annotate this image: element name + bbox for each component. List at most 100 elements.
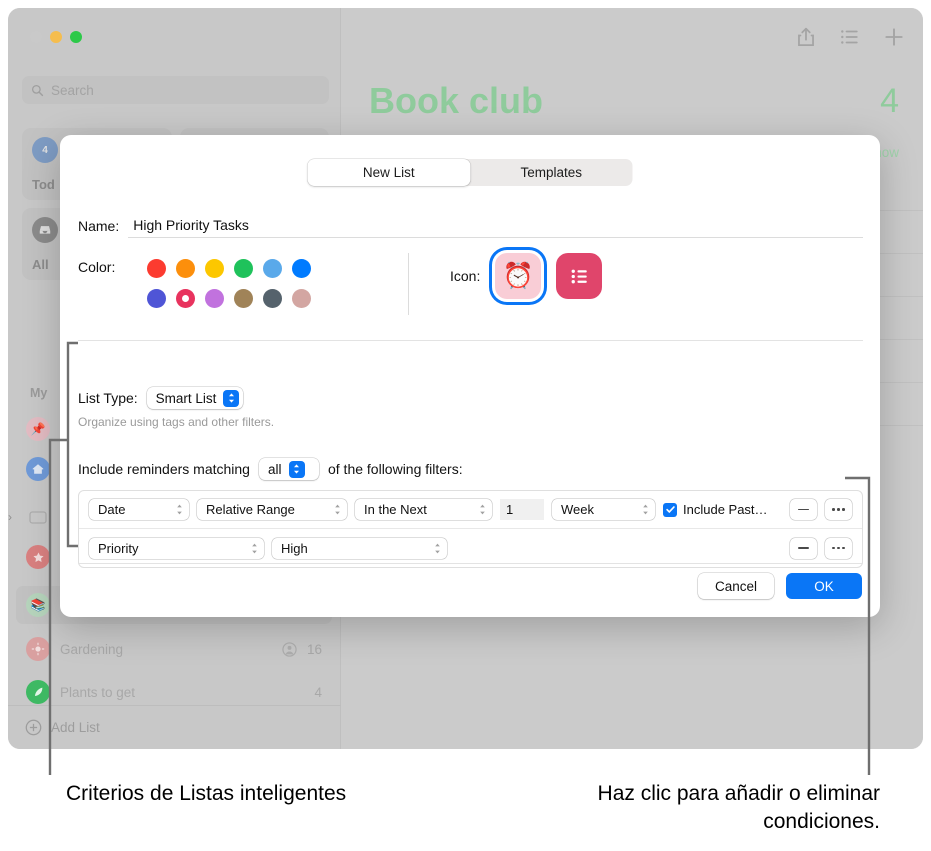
house-icon <box>26 457 50 481</box>
matching-mode-select[interactable]: all <box>258 458 319 480</box>
color-swatch-cell[interactable] <box>142 253 171 283</box>
color-swatch-cell[interactable] <box>287 283 316 313</box>
tab-new-list[interactable]: New List <box>307 159 470 186</box>
window-traffic-lights[interactable] <box>30 31 82 43</box>
chevron-up-down-icon <box>177 504 182 515</box>
tab-templates[interactable]: Templates <box>470 159 633 186</box>
list-type-label: List Type: <box>78 390 138 406</box>
ok-button[interactable]: OK <box>786 573 862 599</box>
list-bullets-icon[interactable] <box>556 253 603 299</box>
page-title: Book club <box>369 80 544 121</box>
section-divider <box>78 340 863 341</box>
filter-mode-select[interactable]: Relative Range <box>197 499 347 520</box>
alarm-clock-icon[interactable]: ⏰ <box>495 253 542 299</box>
search-input[interactable]: Search <box>22 76 329 104</box>
shared-person-icon <box>282 641 297 657</box>
color-swatch-cell[interactable] <box>171 253 200 283</box>
star-icon <box>26 545 50 569</box>
search-icon <box>31 84 44 96</box>
color-swatch-pink[interactable] <box>176 288 195 308</box>
chevron-up-down-icon <box>643 504 648 515</box>
minimize-window-button[interactable] <box>50 31 62 43</box>
list-type-select[interactable]: Smart List <box>146 387 244 409</box>
cancel-button[interactable]: Cancel <box>698 573 774 599</box>
color-swatch-red[interactable] <box>147 258 166 278</box>
share-icon[interactable] <box>795 26 817 48</box>
color-swatch-orchid[interactable] <box>205 288 224 308</box>
filter-row: Priority High <box>79 529 862 567</box>
filter-attribute-value: Priority <box>98 540 139 556</box>
color-swatch-orange[interactable] <box>176 258 195 278</box>
ellipsis-icon <box>832 508 845 511</box>
filter-amount-input[interactable] <box>500 499 544 520</box>
filter-attribute-select[interactable]: Priority <box>89 537 264 559</box>
minus-icon <box>798 508 809 511</box>
filter-mode-value: Relative Range <box>206 502 295 517</box>
page-count: 4 <box>880 82 899 120</box>
calendar-badge-number: 4 <box>42 144 48 156</box>
filter-row: Date Relative Range In the Next Week <box>79 491 862 529</box>
matching-prefix-label: Include reminders matching <box>78 461 250 477</box>
annotation-right-text: Haz clic para añadir o eliminar condicio… <box>597 782 880 833</box>
tray-glyph <box>39 226 51 234</box>
filter-operator-select[interactable]: In the Next <box>355 499 492 520</box>
color-swatch-light-blue[interactable] <box>263 258 282 278</box>
color-swatch-green[interactable] <box>234 258 253 278</box>
color-swatch-cell[interactable] <box>229 253 258 283</box>
name-label: Name: <box>78 217 120 234</box>
filter-unit-value: Week <box>561 502 594 517</box>
dialog-buttons: Cancel OK <box>698 573 862 599</box>
include-past-checkbox[interactable]: Include Past… <box>663 502 768 517</box>
vertical-divider <box>408 253 409 315</box>
color-swatch-cell[interactable] <box>258 283 287 313</box>
color-swatch-yellow[interactable] <box>205 258 224 278</box>
list-name-input[interactable] <box>128 213 863 238</box>
color-swatch-cell[interactable] <box>229 283 258 313</box>
add-icon[interactable] <box>883 26 905 48</box>
remove-filter-button[interactable] <box>790 499 817 520</box>
list-type-hint: Organize using tags and other filters. <box>78 415 275 429</box>
sidebar-item-gardening[interactable]: Gardening 16 <box>16 630 332 668</box>
matching-mode-value: all <box>267 461 282 477</box>
footer-divider <box>78 563 863 564</box>
calendar-icon: 4 <box>32 137 58 163</box>
color-swatch-cell[interactable] <box>200 283 229 313</box>
color-swatch-cell[interactable] <box>200 253 229 283</box>
color-swatch-blue[interactable] <box>292 258 311 278</box>
ellipsis-icon <box>832 546 845 550</box>
color-swatch-cell[interactable] <box>171 283 200 313</box>
more-options-button[interactable] <box>825 537 852 559</box>
alarm-clock-glyph: ⏰ <box>502 261 534 290</box>
list-view-icon[interactable] <box>839 26 861 48</box>
include-past-label: Include Past… <box>683 502 768 517</box>
name-row: Name: <box>78 213 863 238</box>
filter-unit-select[interactable]: Week <box>552 499 655 520</box>
icon-label: Icon: <box>450 268 481 284</box>
add-list-button[interactable]: Add List <box>8 705 341 749</box>
filter-operator-value: In the Next <box>364 502 427 517</box>
sidebar-item-label: Gardening <box>60 641 124 657</box>
color-swatch-brown[interactable] <box>234 288 253 308</box>
screenshot-root: Search 4 Tod All My 📌 › 📚 Gardening 16 P… <box>0 0 931 851</box>
color-swatch-cell[interactable] <box>142 283 171 313</box>
sidebar-item-count: 16 <box>306 641 322 657</box>
filter-value-select[interactable]: High <box>272 537 447 559</box>
remove-filter-button[interactable] <box>790 537 817 559</box>
sidebar-item-count: 4 <box>314 684 322 700</box>
color-swatch-cell[interactable] <box>287 253 316 283</box>
maximize-window-button[interactable] <box>70 31 82 43</box>
more-options-button[interactable] <box>825 499 852 520</box>
chevron-right-icon[interactable]: › <box>8 510 12 524</box>
color-label: Color: <box>78 259 116 275</box>
close-window-button[interactable] <box>30 31 42 43</box>
color-swatch-indigo[interactable] <box>147 288 166 308</box>
color-swatch-dusty-rose[interactable] <box>292 288 311 308</box>
color-swatch-slate[interactable] <box>263 288 282 308</box>
plus-circle-icon <box>25 719 42 736</box>
leaf-icon <box>26 680 50 704</box>
filter-value-text: High <box>281 540 308 556</box>
filter-attribute-select[interactable]: Date <box>89 499 189 520</box>
chevron-up-down-icon <box>252 543 257 553</box>
color-swatch-cell[interactable] <box>258 253 287 283</box>
color-swatch-grid <box>142 253 316 313</box>
